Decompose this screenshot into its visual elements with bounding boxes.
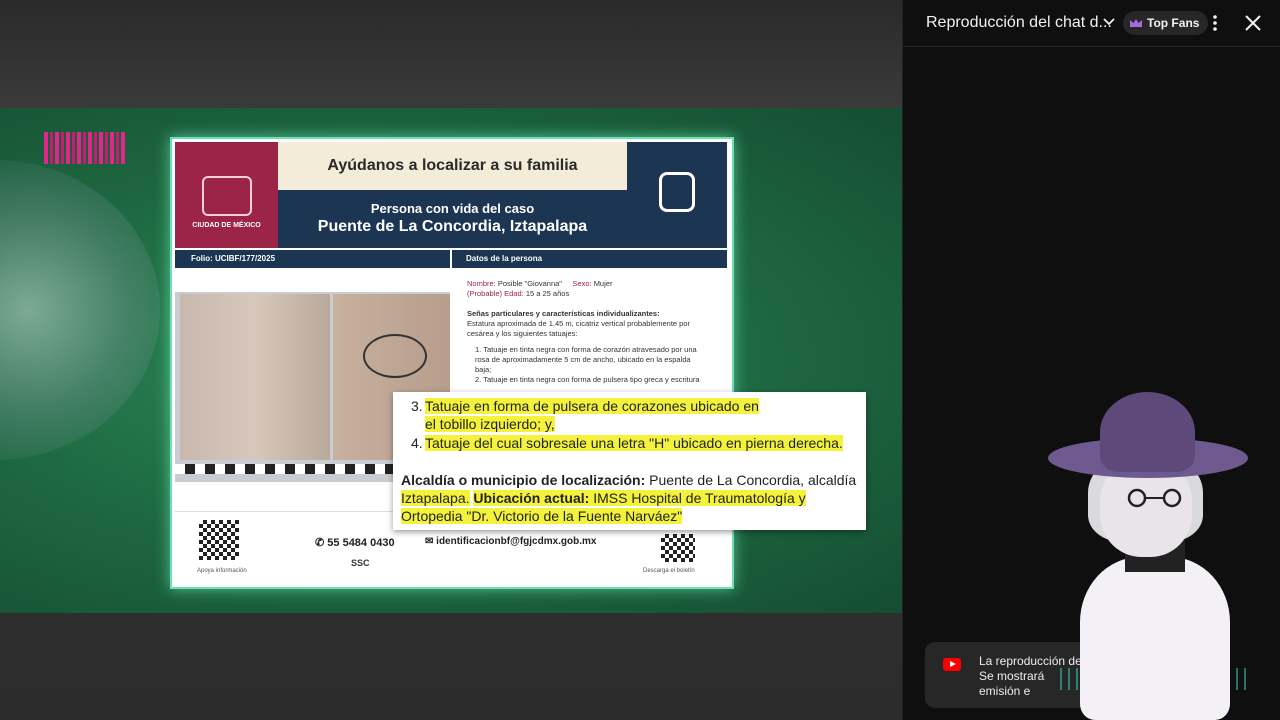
contact-email: ✉ identificacionbf@fgjcdmx.gob.mx (425, 536, 597, 547)
alcaldia-value-2: Iztapalapa. (401, 490, 470, 506)
cdmx-logo-text: CIUDAD DE MÉXICO (192, 222, 261, 229)
zoom-item-4: 4. Tatuaje del cual sobresale una letra "… (411, 435, 843, 451)
video-player[interactable]: CIUDAD DE MÉXICO Ayúdanos a localizar a … (0, 0, 902, 720)
alcaldia-line: Alcaldía o municipio de localización: Pu… (401, 472, 856, 488)
edad-value: 15 a 25 años (525, 289, 570, 298)
poster-header-title: Ayúdanos a localizar a su familia (278, 142, 627, 190)
datos-bar: Datos de la persona (452, 250, 727, 268)
ubicacion-value-1: IMSS Hospital de Traumatología y (593, 490, 806, 506)
heart-tattoo-icon (363, 334, 427, 378)
close-icon[interactable] (1243, 13, 1263, 33)
email-address: identificacionbf@fgjcdmx.gob.mx (436, 536, 597, 547)
sexo-value: Mujer (593, 279, 613, 288)
tattoo-photo-arm (180, 294, 330, 460)
qr-code-left (199, 520, 239, 560)
cdmx-seal-icon (201, 176, 252, 216)
tattoo-2-text: 2. Tatuaje en tinta negra con forma de p… (475, 375, 700, 384)
zoom-item-3-cont: el tobillo izquierdo; y, (425, 416, 555, 432)
qr-code-right (661, 534, 695, 562)
witch-hat-crown (1100, 392, 1195, 472)
pink-barcode-graphic (44, 132, 126, 164)
cdmx-logo-block: CIUDAD DE MÉXICO (175, 142, 278, 248)
crown-icon (1130, 19, 1142, 27)
more-options-icon[interactable] (1210, 13, 1220, 33)
tattoo-1-text: 1. Tatuaje en tinta negra con forma de c… (475, 345, 697, 374)
chat-header: Reproducción del chat d... Top Fans (903, 0, 1280, 47)
chevron-down-icon[interactable] (1103, 16, 1115, 28)
vtuber-avatar (1040, 392, 1260, 720)
qr-left-caption: Apoya información (197, 568, 247, 574)
edad-label: Edad: (504, 289, 524, 298)
alcaldia-label: Alcaldía o municipio de localización: (401, 472, 646, 488)
probable-label: (Probable) (467, 289, 503, 298)
fgj-logo-block (627, 142, 727, 248)
contact-phone: ✆ 55 5484 0430 (315, 537, 395, 549)
ssc-logo: SSC (351, 558, 370, 568)
poster-case-name: Puente de La Concordia, Iztapalapa (317, 218, 588, 235)
senas-heading: Señas particulares y características ind… (467, 309, 660, 318)
senas-text: Estatura aproximada de 1.45 m, cicatriz … (467, 319, 691, 338)
nombre-value: Posible "Giovanna" (497, 279, 562, 288)
zoom-item-3: 3. Tatuaje en forma de pulsera de corazon… (411, 398, 759, 414)
poster-header-subtitle: Persona con vida del caso (370, 201, 535, 216)
item-4-number: 4. (411, 435, 423, 451)
phone-number: 55 5484 0430 (327, 537, 395, 549)
ubicacion-line: Iztapalapa. Ubicación actual: IMSS Hospi… (401, 490, 806, 506)
chat-title[interactable]: Reproducción del chat d... (926, 14, 1112, 32)
nombre-label: Nombre: (467, 279, 496, 288)
youtube-icon (943, 658, 961, 671)
glasses-icon (1127, 488, 1182, 508)
folio-bar: Folio: UCIBF/177/2025 (175, 250, 450, 268)
ubicacion-line-2: Ortopedia "Dr. Victorio de la Fuente Nar… (401, 508, 683, 524)
ubicacion-value-2: Ortopedia "Dr. Victorio de la Fuente Nar… (401, 508, 683, 524)
item-3-line1: Tatuaje en forma de pulsera de corazones… (425, 398, 759, 414)
item-3-line2: el tobillo izquierdo; y, (425, 416, 555, 432)
alcaldia-value-1: Puente de La Concordia, alcaldía (649, 472, 857, 488)
item-3-number: 3. (411, 398, 423, 414)
qr-right-caption: Descarga el boletín (643, 568, 695, 574)
ubicacion-label: Ubicación actual: (473, 490, 590, 506)
person-details: Nombre: Posible "Giovanna" Sexo: Mujer (… (467, 279, 707, 385)
poster-header-case: Persona con vida del caso Puente de La C… (278, 190, 627, 248)
fgj-logo-icon (659, 172, 695, 212)
sexo-label: Sexo: (572, 279, 592, 288)
item-4-text: Tatuaje del cual sobresale una letra "H"… (425, 435, 843, 451)
top-fans-badge[interactable]: Top Fans (1123, 11, 1209, 35)
zoom-inset: 3. Tatuaje en forma de pulsera de corazon… (393, 392, 866, 530)
avatar-body (1080, 557, 1230, 720)
top-fans-label: Top Fans (1147, 16, 1200, 30)
